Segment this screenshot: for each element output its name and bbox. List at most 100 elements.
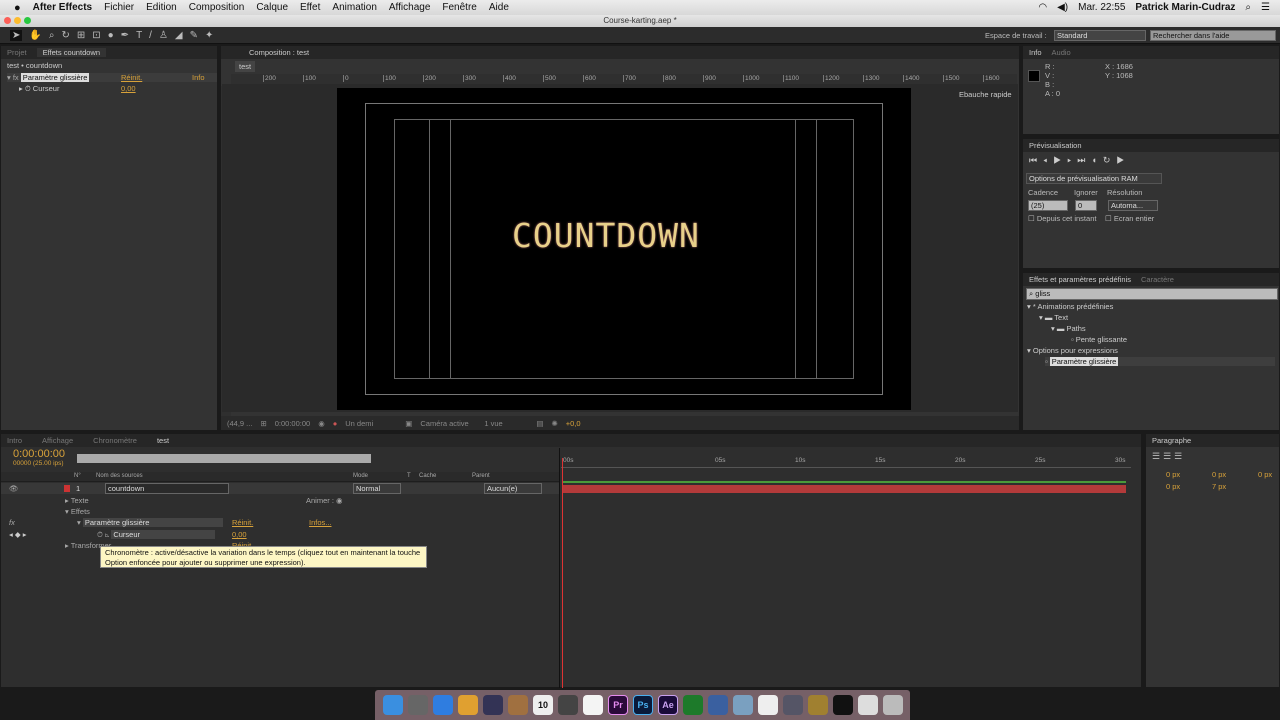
align-left-icon[interactable]: ☰ — [1152, 451, 1163, 461]
dock-app-chrome[interactable] — [458, 695, 478, 715]
menu-fichier[interactable]: Fichier — [104, 2, 134, 13]
menu-animation[interactable]: Animation — [332, 2, 376, 13]
work-area-bar[interactable] — [563, 481, 1126, 483]
menu-composition[interactable]: Composition — [189, 2, 245, 13]
tab-effect-controls[interactable]: Effets countdown — [36, 48, 106, 57]
dock-app-pr[interactable]: Pr — [608, 695, 628, 715]
expand-arrow-icon[interactable]: ▾ fx — [7, 73, 19, 82]
channel-icon[interactable]: ● — [333, 419, 338, 428]
region-icon[interactable]: ▣ — [405, 419, 412, 428]
apple-icon[interactable]: ● — [14, 2, 21, 14]
user-name[interactable]: Patrick Marin-Cudraz — [1135, 2, 1235, 13]
animate-label[interactable]: Animer : — [306, 496, 334, 505]
tab-effects-presets[interactable]: Effets et paramètres prédéfinis — [1029, 275, 1131, 284]
presets-search-input[interactable]: ⌕ gliss — [1026, 288, 1278, 300]
tab-composition[interactable]: Composition : test — [227, 48, 309, 57]
dock-app-préférences[interactable] — [558, 695, 578, 715]
text-group[interactable]: Texte — [71, 496, 89, 505]
param-value[interactable]: 0,00 — [121, 84, 136, 93]
close-window-button[interactable] — [4, 17, 11, 24]
dock-app-photos[interactable] — [758, 695, 778, 715]
tree-item[interactable]: ▫ Pente glissante — [1071, 335, 1127, 344]
param-value[interactable]: 0,00 — [232, 530, 247, 539]
col-source[interactable]: Nom des sources — [96, 473, 143, 479]
tree-item[interactable]: ▾ * Animations prédéfinies — [1027, 302, 1113, 311]
parent-select[interactable]: Aucun(e) — [484, 483, 542, 494]
comp-breadcrumb-test[interactable]: test — [235, 61, 256, 72]
timecode[interactable]: 0:00:00:00 — [275, 419, 310, 428]
fx-icon[interactable]: fx — [9, 518, 15, 527]
zoom-window-button[interactable] — [24, 17, 31, 24]
tab-preview[interactable]: Prévisualisation — [1029, 141, 1082, 150]
indent-right[interactable]: 0 px — [1212, 470, 1226, 479]
audio-icon[interactable]: ◖ — [1091, 155, 1102, 165]
effects-group[interactable]: Effets — [71, 507, 90, 516]
dock-app-contacts[interactable] — [508, 695, 528, 715]
dock-app-utilitaire[interactable] — [708, 695, 728, 715]
exposure-value[interactable]: +0,0 — [566, 419, 581, 428]
tab-project[interactable]: Projet — [7, 48, 27, 57]
tree-item[interactable]: ▾ ▬ Text — [1039, 313, 1068, 322]
info-link[interactable]: Info — [192, 73, 205, 82]
tab-info[interactable]: Info — [1029, 48, 1042, 57]
grid-icon[interactable]: ▤ — [536, 419, 543, 428]
mode-select[interactable]: Normal — [353, 483, 401, 494]
dock-app-itunes[interactable] — [583, 695, 603, 715]
graph-icon[interactable]: ⊾ — [105, 530, 109, 539]
space-after[interactable]: 7 px — [1212, 482, 1226, 491]
brush-tool-icon[interactable]: / — [149, 30, 152, 41]
dock-app-calendrier[interactable]: 10 — [533, 695, 553, 715]
tab-intro[interactable]: Intro — [7, 436, 22, 445]
dock-app-imovie[interactable] — [783, 695, 803, 715]
ignore-field[interactable]: 0 — [1075, 200, 1097, 211]
menu-fenetre[interactable]: Fenêtre — [442, 2, 476, 13]
menu-app[interactable]: After Effects — [33, 2, 92, 13]
camera-tool-icon[interactable]: ⊞ — [77, 30, 85, 41]
effect-name[interactable]: Paramètre glissière — [82, 518, 223, 527]
dock-app-aperçu[interactable] — [733, 695, 753, 715]
pen-tool-icon[interactable]: ✒ — [121, 30, 129, 41]
dock-app-finder[interactable] — [383, 695, 403, 715]
effect-name[interactable]: Paramètre glissière — [20, 73, 90, 82]
resolution-select[interactable]: Automa... — [1108, 200, 1158, 211]
last-frame-icon[interactable]: ⏭ — [1077, 155, 1091, 165]
visibility-icon[interactable]: 👁 — [9, 484, 19, 493]
current-time[interactable]: 0:00:00:00 — [13, 448, 65, 460]
puppet-tool-icon[interactable]: ✦ — [205, 30, 213, 41]
from-now-checkbox[interactable]: ☐ — [1028, 214, 1035, 223]
menu-affichage[interactable]: Affichage — [389, 2, 431, 13]
playhead[interactable] — [562, 458, 563, 688]
help-search-input[interactable]: Rechercher dans l'aide — [1150, 29, 1276, 41]
layer-duration-bar[interactable] — [563, 485, 1126, 493]
dock-app-ps[interactable]: Ps — [633, 695, 653, 715]
snapshot-icon[interactable]: ◉ — [318, 419, 325, 428]
tab-paragraph[interactable]: Paragraphe — [1152, 436, 1191, 445]
dock-app-scripts[interactable] — [808, 695, 828, 715]
minimize-window-button[interactable] — [14, 17, 21, 24]
safe-zones-icon[interactable]: ⊞ — [260, 419, 266, 428]
align-right-icon[interactable]: ☰ — [1174, 451, 1185, 461]
dock-app-launchpad[interactable] — [408, 695, 428, 715]
label-color[interactable] — [64, 485, 70, 492]
text-tool-icon[interactable]: T — [136, 30, 142, 41]
magnification-select[interactable]: (44,9 ... — [227, 419, 252, 428]
roto-tool-icon[interactable]: ✎ — [190, 30, 198, 41]
loop-icon[interactable]: ↻ — [1103, 155, 1117, 165]
first-frame-icon[interactable]: ⏮ — [1029, 155, 1043, 165]
cadence-field[interactable]: (25) — [1028, 200, 1068, 211]
volume-icon[interactable]: ◀) — [1057, 2, 1068, 13]
notification-icon[interactable]: ☰ — [1261, 2, 1270, 13]
indent-first[interactable]: 0 px — [1258, 470, 1272, 479]
menu-calque[interactable]: Calque — [256, 2, 288, 13]
tab-test[interactable]: test — [157, 436, 169, 445]
ram-preview-icon[interactable]: ▶ — [1116, 155, 1130, 165]
layer-row[interactable]: 👁 1 countdown Normal Aucun(e) — [1, 483, 559, 494]
rotate-tool-icon[interactable]: ↻ — [61, 30, 69, 41]
tab-affichage[interactable]: Affichage — [42, 436, 73, 445]
dock-app-terminal[interactable] — [833, 695, 853, 715]
dock-app-excel[interactable] — [683, 695, 703, 715]
exposure-icon[interactable]: ✺ — [551, 419, 557, 428]
dock-app-ae[interactable]: Ae — [658, 695, 678, 715]
expand-arrow-icon[interactable]: ▸ ⏱ — [19, 84, 31, 93]
tree-item[interactable]: ▾ ▬ Paths — [1051, 324, 1086, 333]
